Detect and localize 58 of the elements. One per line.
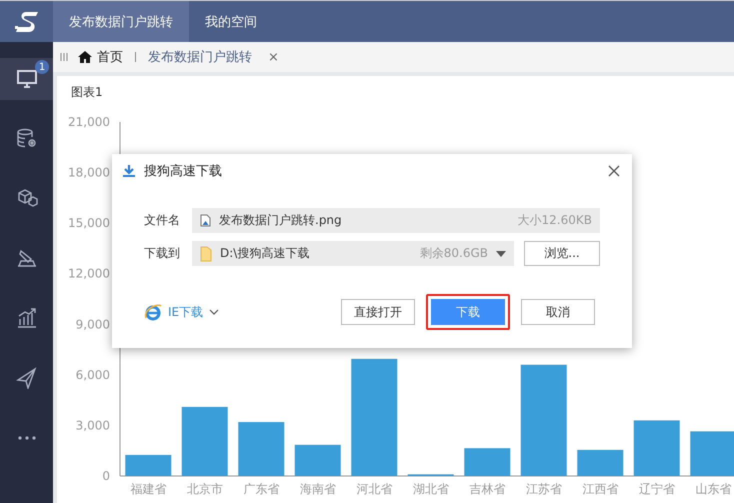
database-gear-icon: [16, 127, 38, 149]
logo-icon: [14, 10, 40, 34]
close-tab-button[interactable]: ×: [268, 50, 279, 64]
tool-icon: [16, 247, 38, 269]
download-button[interactable]: 下载: [431, 299, 505, 325]
axis-label: 0: [102, 469, 110, 483]
cubes-icon: [16, 187, 38, 209]
axis-label: 北京市: [186, 482, 223, 495]
filename-field[interactable]: 发布数据门户跳转.png 大小12.60KB: [192, 208, 600, 233]
file-size: 大小12.60KB: [518, 212, 592, 229]
dialog-button[interactable]: 取消: [521, 299, 595, 325]
grip-icon: [59, 52, 69, 62]
axis-label: 吉林省: [469, 482, 506, 495]
field-label: 下载到: [144, 245, 181, 262]
axis-label: 福建省: [130, 482, 166, 495]
download-icon: [122, 164, 136, 178]
paper-plane-icon: [16, 367, 38, 389]
axis-label: 山东省: [695, 482, 732, 495]
axis-label: 江苏省: [526, 482, 562, 495]
axis-label: 3,000: [76, 418, 110, 432]
page-tab[interactable]: 发布数据门户跳转: [148, 48, 252, 66]
nav-tab[interactable]: 我的空间: [189, 1, 273, 42]
axis-label: 12,000: [68, 266, 110, 281]
bar-chart-icon: [16, 307, 38, 329]
sidebar-item[interactable]: 1: [0, 58, 53, 100]
image-file-icon: [200, 214, 211, 227]
nav-tab[interactable]: 发布数据门户跳转: [53, 1, 189, 42]
axis-label: 广东省: [243, 482, 280, 495]
axis-label: 辽宁省: [638, 482, 675, 495]
home-link[interactable]: 首页: [97, 48, 123, 66]
chart-title: 图表1: [70, 84, 104, 100]
ie-download-link[interactable]: IE下载: [168, 304, 204, 320]
more-icon: [18, 436, 36, 440]
folder-dropdown[interactable]: D:\搜狗高速下载 剩余80.6GB: [192, 241, 514, 266]
axis-label: 9,000: [76, 317, 110, 332]
chevron-down-icon[interactable]: [209, 309, 220, 315]
axis-label: 18,000: [68, 166, 110, 180]
axis-label: 河北省: [356, 482, 392, 495]
axis-label: 6,000: [76, 368, 110, 382]
count-badge: 1: [35, 60, 49, 74]
dialog-button[interactable]: 直接打开: [341, 299, 415, 325]
monitor-icon: [16, 68, 38, 90]
field-value: 发布数据门户跳转.png: [219, 212, 343, 229]
caret-icon: [496, 250, 506, 256]
dialog-title: 搜狗高速下载: [144, 163, 223, 180]
axis-label: 15,000: [68, 216, 110, 230]
field-label: 文件名: [144, 212, 181, 229]
free-space: 剩余80.6GB: [420, 245, 488, 262]
axis-label: 21,000: [68, 115, 110, 129]
axis-label: 江西省: [582, 482, 618, 495]
axis-label: 海南省: [300, 482, 336, 495]
axis-label: 湖北省: [412, 482, 449, 495]
browse-button[interactable]: 浏览...: [524, 241, 600, 266]
home-icon: [77, 50, 93, 64]
folder-icon: [200, 246, 212, 262]
field-value: D:\搜狗高速下载: [220, 245, 310, 262]
close-icon[interactable]: [608, 165, 620, 177]
ie-logo-icon: [144, 303, 162, 321]
